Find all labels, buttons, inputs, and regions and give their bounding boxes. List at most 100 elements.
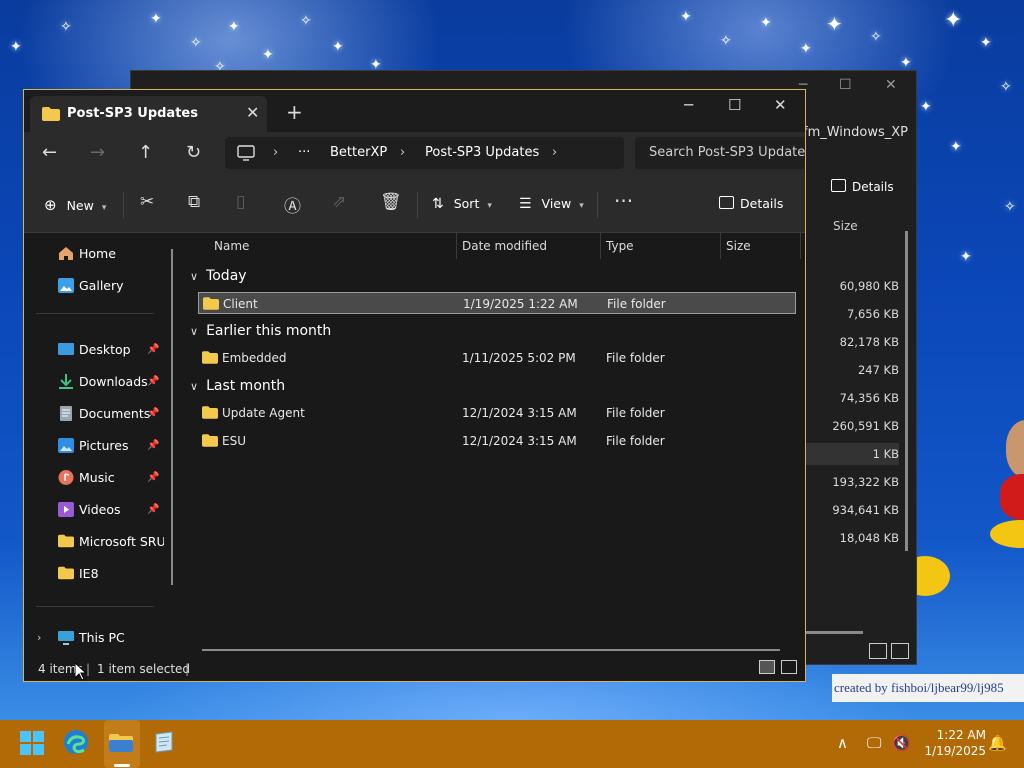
minimize-button[interactable]: ─ bbox=[684, 96, 693, 114]
file-row-update-agent[interactable]: Update Agent 12/1/2024 3:15 AM File fold… bbox=[198, 402, 796, 424]
back-details-view-icon[interactable] bbox=[869, 643, 887, 659]
app-taskbar-button[interactable] bbox=[150, 728, 180, 758]
more-options-icon[interactable]: ··· bbox=[614, 189, 633, 213]
file-row-client[interactable]: Client 1/19/2025 1:22 AM File folder bbox=[198, 292, 796, 314]
back-details-button[interactable]: Details bbox=[831, 179, 894, 194]
delete-icon[interactable]: 🗑 bbox=[380, 192, 402, 212]
new-button-label: New bbox=[66, 198, 94, 213]
search-box[interactable] bbox=[635, 137, 805, 169]
close-button[interactable]: ✕ bbox=[774, 96, 787, 114]
group-header-last-month[interactable]: ∨ Last month bbox=[190, 378, 285, 394]
volume-muted-icon[interactable]: 🔇 bbox=[892, 734, 911, 752]
rename-icon[interactable]: Ⓐ bbox=[284, 192, 301, 217]
column-divider[interactable] bbox=[720, 233, 721, 259]
group-header-earlier-this-month[interactable]: ∨ Earlier this month bbox=[190, 323, 331, 339]
view-button-label: View bbox=[541, 196, 572, 211]
pin-icon[interactable]: 📌 bbox=[147, 408, 159, 419]
chevron-down-icon: ▾ bbox=[487, 201, 492, 211]
back-close-button[interactable]: ✕ bbox=[885, 77, 897, 93]
nav-item-pictures[interactable]: Pictures bbox=[56, 436, 186, 458]
computer-icon[interactable] bbox=[237, 145, 255, 165]
forward-arrow-icon[interactable]: → bbox=[90, 142, 105, 163]
address-box[interactable]: › ··· BetterXP › Post-SP3 Updates › bbox=[225, 137, 624, 169]
pin-icon[interactable]: 📌 bbox=[147, 376, 159, 387]
notification-bell-icon[interactable]: 🔔 bbox=[988, 734, 1007, 752]
credit-label: created by fishboi/ljbear99/lj985 bbox=[832, 674, 1024, 702]
cut-icon[interactable]: ✂ bbox=[140, 192, 154, 212]
horizontal-scrollbar[interactable] bbox=[202, 649, 780, 651]
nav-item-this-pc[interactable]: This PC bbox=[56, 628, 186, 650]
details-view-icon[interactable] bbox=[759, 660, 775, 674]
column-header-size[interactable]: Size bbox=[726, 239, 751, 253]
copy-icon[interactable]: ⧉ bbox=[188, 192, 200, 212]
chevron-right-icon[interactable]: › bbox=[400, 145, 405, 160]
network-icon[interactable]: 🖵 bbox=[867, 734, 881, 752]
column-divider[interactable] bbox=[800, 233, 801, 259]
tiles-view-icon[interactable] bbox=[781, 660, 797, 674]
details-button[interactable]: Details bbox=[719, 196, 783, 211]
column-divider[interactable] bbox=[456, 233, 457, 259]
clock-time: 1:22 AM bbox=[936, 728, 986, 742]
column-header-date[interactable]: Date modified bbox=[462, 239, 547, 253]
new-tab-button[interactable]: + bbox=[286, 100, 303, 124]
pin-icon[interactable]: 📌 bbox=[147, 504, 159, 515]
clock[interactable]: 1:22 AM 1/19/2025 bbox=[920, 727, 986, 759]
folder-icon bbox=[58, 534, 74, 549]
pin-icon[interactable]: 📌 bbox=[147, 472, 159, 483]
refresh-icon[interactable]: ↻ bbox=[186, 142, 201, 163]
nav-item-microsoft-srupdate[interactable]: Microsoft SRUpdate bbox=[56, 532, 164, 554]
nav-scrollbar[interactable] bbox=[171, 249, 173, 585]
back-tiles-view-icon[interactable] bbox=[891, 643, 909, 659]
back-size-column-header[interactable]: Size bbox=[833, 219, 858, 233]
breadcrumb-post-sp3-updates[interactable]: Post-SP3 Updates bbox=[425, 145, 539, 160]
nav-item-videos[interactable]: Videos bbox=[56, 500, 186, 522]
paste-icon[interactable]: ▯ bbox=[236, 192, 245, 212]
up-arrow-icon[interactable]: ↑ bbox=[138, 142, 153, 163]
view-button[interactable]: ☰ View ▾ bbox=[519, 196, 584, 212]
more-crumbs-icon[interactable]: ··· bbox=[298, 145, 310, 160]
nav-item-music[interactable]: Music bbox=[56, 468, 186, 490]
file-explorer-window[interactable]: Post-SP3 Updates ✕ + ─ ☐ ✕ ← → ↑ ↻ › ···… bbox=[23, 89, 806, 682]
nav-item-home[interactable]: Home bbox=[56, 244, 186, 266]
nav-item-documents[interactable]: Documents bbox=[56, 404, 186, 426]
share-icon[interactable]: ⇗ bbox=[332, 192, 346, 212]
nav-item-downloads[interactable]: Downloads bbox=[56, 372, 186, 394]
back-address-fragment[interactable]: fm_Windows_XP bbox=[803, 125, 908, 140]
close-tab-icon[interactable]: ✕ bbox=[246, 103, 259, 122]
column-header-type[interactable]: Type bbox=[606, 239, 634, 253]
tab-label: Post-SP3 Updates bbox=[67, 106, 198, 121]
chevron-right-icon[interactable]: › bbox=[37, 631, 41, 644]
back-horizontal-scrollbar[interactable] bbox=[805, 631, 863, 634]
pin-icon[interactable]: 📌 bbox=[147, 440, 159, 451]
back-arrow-icon[interactable]: ← bbox=[42, 142, 57, 163]
back-window-titlebar[interactable]: ─ ☐ ✕ bbox=[799, 71, 916, 103]
back-vertical-scrollbar[interactable] bbox=[905, 231, 908, 551]
tab-post-sp3-updates[interactable]: Post-SP3 Updates ✕ bbox=[30, 96, 267, 132]
column-header-name[interactable]: Name bbox=[214, 239, 249, 253]
nav-item-ie8[interactable]: IE8 bbox=[56, 564, 186, 586]
group-header-today[interactable]: ∨ Today bbox=[190, 268, 247, 284]
gallery-icon bbox=[58, 278, 74, 293]
folder-icon bbox=[58, 566, 74, 581]
breadcrumb-betterxp[interactable]: BetterXP bbox=[330, 145, 387, 160]
file-row-esu[interactable]: ESU 12/1/2024 3:15 AM File folder bbox=[198, 430, 796, 452]
start-button[interactable] bbox=[18, 728, 48, 758]
nav-item-gallery[interactable]: Gallery bbox=[56, 276, 186, 298]
new-button[interactable]: ⊕ New ▾ bbox=[44, 196, 106, 214]
chevron-right-icon[interactable]: › bbox=[552, 145, 557, 160]
file-row-embedded[interactable]: Embedded 1/11/2025 5:02 PM File folder bbox=[198, 347, 796, 369]
file-explorer-taskbar-button[interactable] bbox=[107, 728, 137, 758]
pin-icon[interactable]: 📌 bbox=[147, 344, 159, 355]
sparkle: ✦ bbox=[826, 12, 843, 36]
chevron-right-icon[interactable]: › bbox=[273, 145, 278, 160]
edge-browser-button[interactable] bbox=[62, 728, 92, 758]
search-input[interactable] bbox=[647, 144, 805, 161]
maximize-button[interactable]: ☐ bbox=[728, 96, 741, 114]
file-list: Name Date modified Type Size ∨ Today Clie… bbox=[186, 233, 805, 653]
chevron-up-icon[interactable]: ∧ bbox=[837, 734, 848, 752]
back-maximize-button[interactable]: ☐ bbox=[839, 77, 852, 93]
sort-button[interactable]: ⇅ Sort ▾ bbox=[432, 196, 492, 212]
column-divider[interactable] bbox=[600, 233, 601, 259]
nav-item-desktop[interactable]: Desktop bbox=[56, 340, 186, 362]
back-size-cell: 18,048 KB bbox=[839, 531, 899, 545]
